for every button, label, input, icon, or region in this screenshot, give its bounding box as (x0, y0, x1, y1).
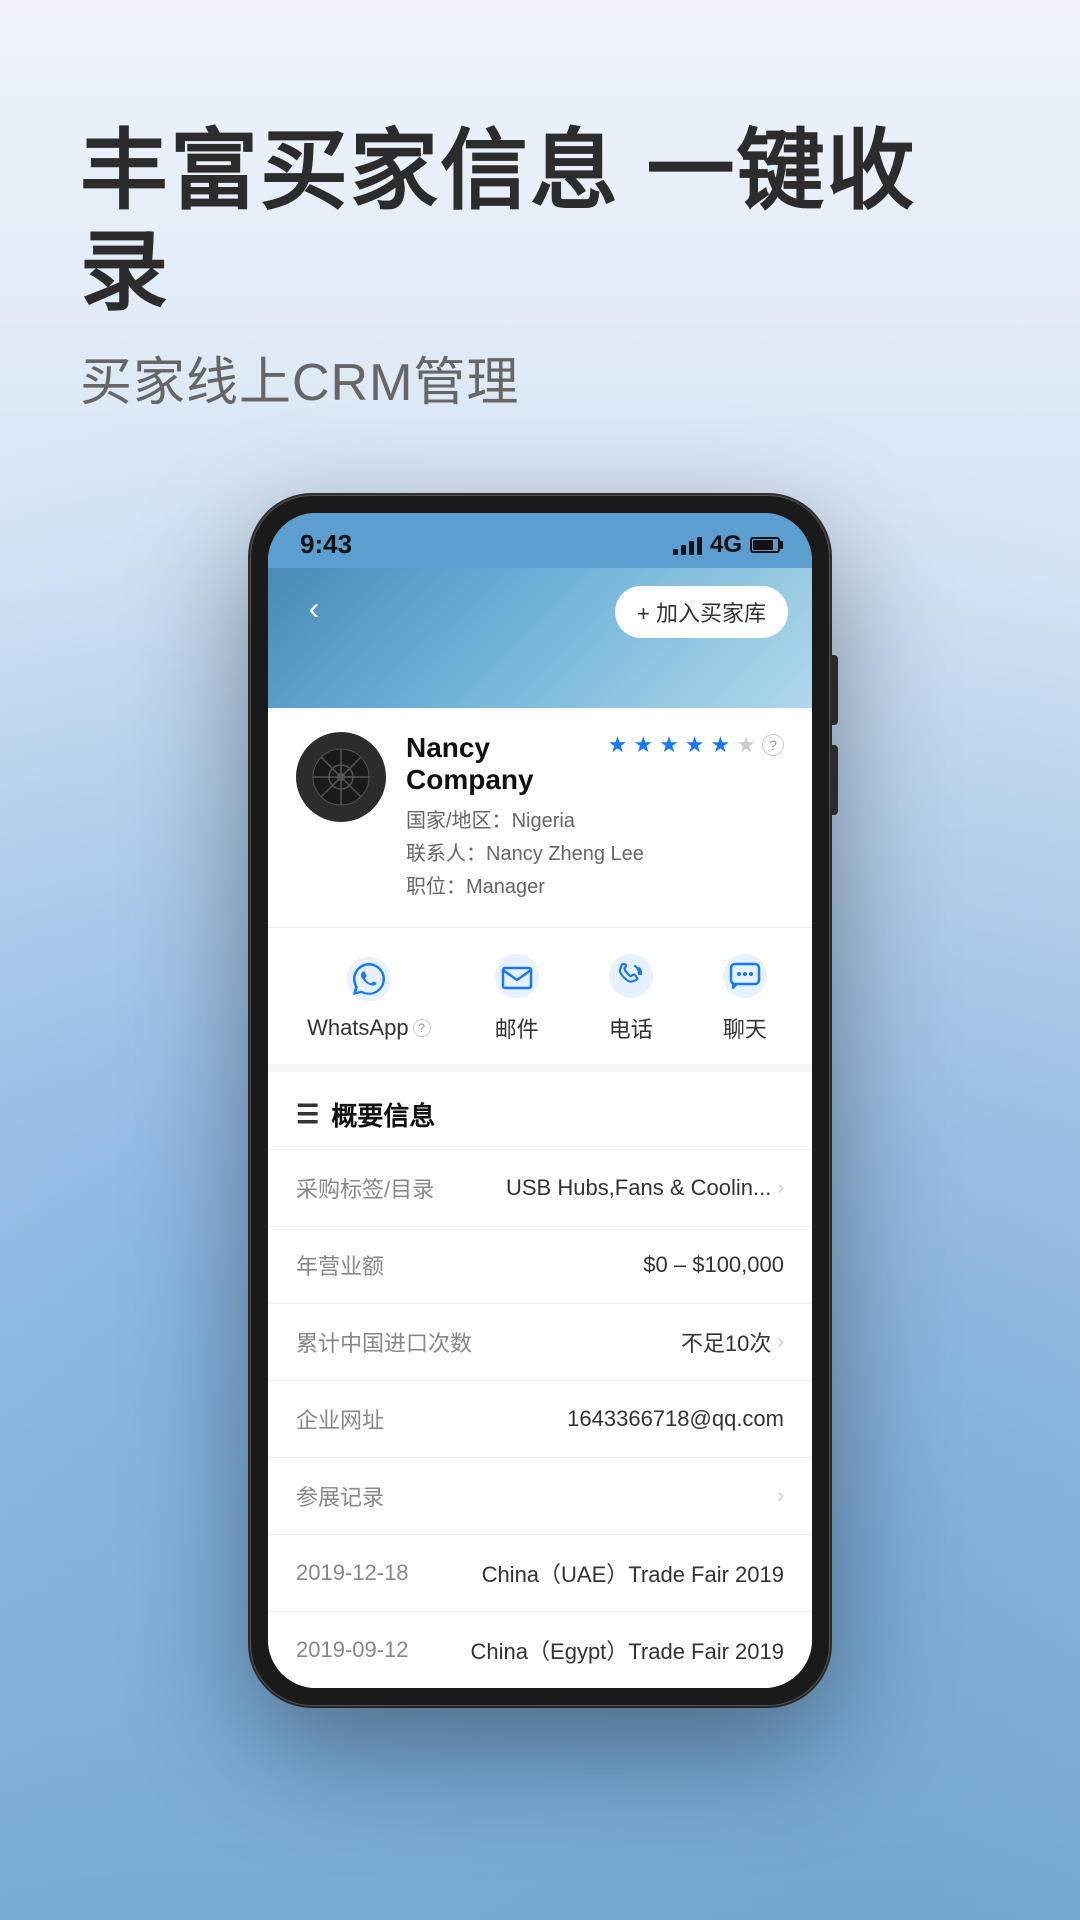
star-5: ★ (711, 732, 731, 758)
email-label: 邮件 (495, 1012, 539, 1044)
rating-help-icon[interactable]: ? (762, 734, 784, 756)
table-row: 2019-09-12 China（Egypt）Trade Fair 2019 (268, 1611, 812, 1688)
company-avatar (296, 732, 386, 822)
row-value: › (777, 1485, 784, 1508)
row-label: 2019-09-12 (296, 1637, 471, 1663)
star-2: ★ (633, 732, 653, 758)
chat-action[interactable]: 聊天 (717, 948, 773, 1044)
stars-area: ★ ★ ★ ★ ★ ★ ? (608, 732, 784, 758)
row-label: 年营业额 (296, 1249, 643, 1281)
company-country: 国家/地区：Nigeria (406, 804, 784, 833)
row-value: China（Egypt）Trade Fair 2019 (471, 1634, 784, 1666)
section-title: 概要信息 (331, 1096, 435, 1133)
header-photo: ‹ + 加入买家库 (268, 568, 812, 708)
phone-call-icon (603, 948, 659, 1004)
row-value: USB Hubs,Fans & Coolin... › (506, 1175, 784, 1201)
phone-mockup: 9:43 4G (250, 495, 830, 1706)
star-3: ★ (659, 732, 679, 758)
whatsapp-icon (341, 951, 397, 1007)
status-time: 9:43 (300, 529, 352, 560)
row-value: 1643366718@qq.com (567, 1406, 784, 1432)
chat-icon (717, 948, 773, 1004)
avatar-pattern-icon (311, 747, 371, 807)
row-label: 企业网址 (296, 1403, 567, 1435)
table-row: 参展记录 › (268, 1457, 812, 1534)
whatsapp-help-icon[interactable]: ? (413, 1019, 431, 1037)
table-row: 累计中国进口次数 不足10次 › (268, 1303, 812, 1380)
table-row: 企业网址 1643366718@qq.com (268, 1380, 812, 1457)
phone-screen: 9:43 4G (268, 513, 812, 1688)
company-info: Nancy Company ★ ★ ★ ★ ★ ★ ? (406, 732, 784, 903)
list-icon: ☰ (296, 1099, 319, 1130)
chevron-icon: › (777, 1485, 784, 1508)
section-header: ☰ 概要信息 (268, 1072, 812, 1149)
company-title: 职位：Manager (406, 870, 784, 899)
company-name: Nancy Company (406, 732, 608, 796)
email-icon (489, 948, 545, 1004)
whatsapp-label-wrap: WhatsApp ? (307, 1015, 431, 1041)
chevron-icon: › (777, 1177, 784, 1200)
status-right: 4G (673, 531, 780, 559)
company-contact: 联系人：Nancy Zheng Lee (406, 837, 784, 866)
network-type: 4G (710, 531, 742, 559)
headline-section: 丰富买家信息 一键收录 买家线上CRM管理 (0, 120, 1080, 415)
chat-label: 聊天 (723, 1012, 767, 1044)
chevron-icon: › (777, 1331, 784, 1354)
headline-main: 丰富买家信息 一键收录 (80, 120, 1000, 322)
phone-action[interactable]: 电话 (603, 948, 659, 1044)
add-buyer-button[interactable]: + 加入买家库 (615, 586, 788, 638)
row-label: 累计中国进口次数 (296, 1326, 681, 1358)
row-label: 参展记录 (296, 1480, 777, 1512)
whatsapp-action[interactable]: WhatsApp ? (307, 951, 431, 1041)
phone-frame: 9:43 4G (250, 495, 830, 1706)
row-label: 采购标签/目录 (296, 1172, 506, 1204)
headline-sub: 买家线上CRM管理 (80, 340, 1000, 415)
status-bar: 9:43 4G (268, 513, 812, 568)
phone-label: 电话 (609, 1012, 653, 1044)
company-card: Nancy Company ★ ★ ★ ★ ★ ★ ? (268, 708, 812, 928)
row-value: $0 – $100,000 (643, 1252, 784, 1278)
battery-icon (750, 537, 780, 553)
row-label: 2019-12-18 (296, 1560, 482, 1586)
table-row: 采购标签/目录 USB Hubs,Fans & Coolin... › (268, 1149, 812, 1226)
whatsapp-label: WhatsApp (307, 1015, 409, 1041)
star-1: ★ (608, 732, 628, 758)
row-value: 不足10次 › (681, 1326, 784, 1358)
table-row: 年营业额 $0 – $100,000 (268, 1226, 812, 1303)
signal-icon (673, 535, 702, 555)
row-value: China（UAE）Trade Fair 2019 (482, 1557, 784, 1589)
table-row: 2019-12-18 China（UAE）Trade Fair 2019 (268, 1534, 812, 1611)
info-section: ☰ 概要信息 采购标签/目录 USB Hubs,Fans & Coolin...… (268, 1072, 812, 1688)
back-button[interactable]: ‹ (292, 586, 336, 630)
email-action[interactable]: 邮件 (489, 948, 545, 1044)
page-content: 丰富买家信息 一键收录 买家线上CRM管理 9:43 4G (0, 0, 1080, 1706)
star-empty: ★ (736, 732, 756, 758)
star-4: ★ (685, 732, 705, 758)
action-row: WhatsApp ? 邮件 (268, 928, 812, 1072)
